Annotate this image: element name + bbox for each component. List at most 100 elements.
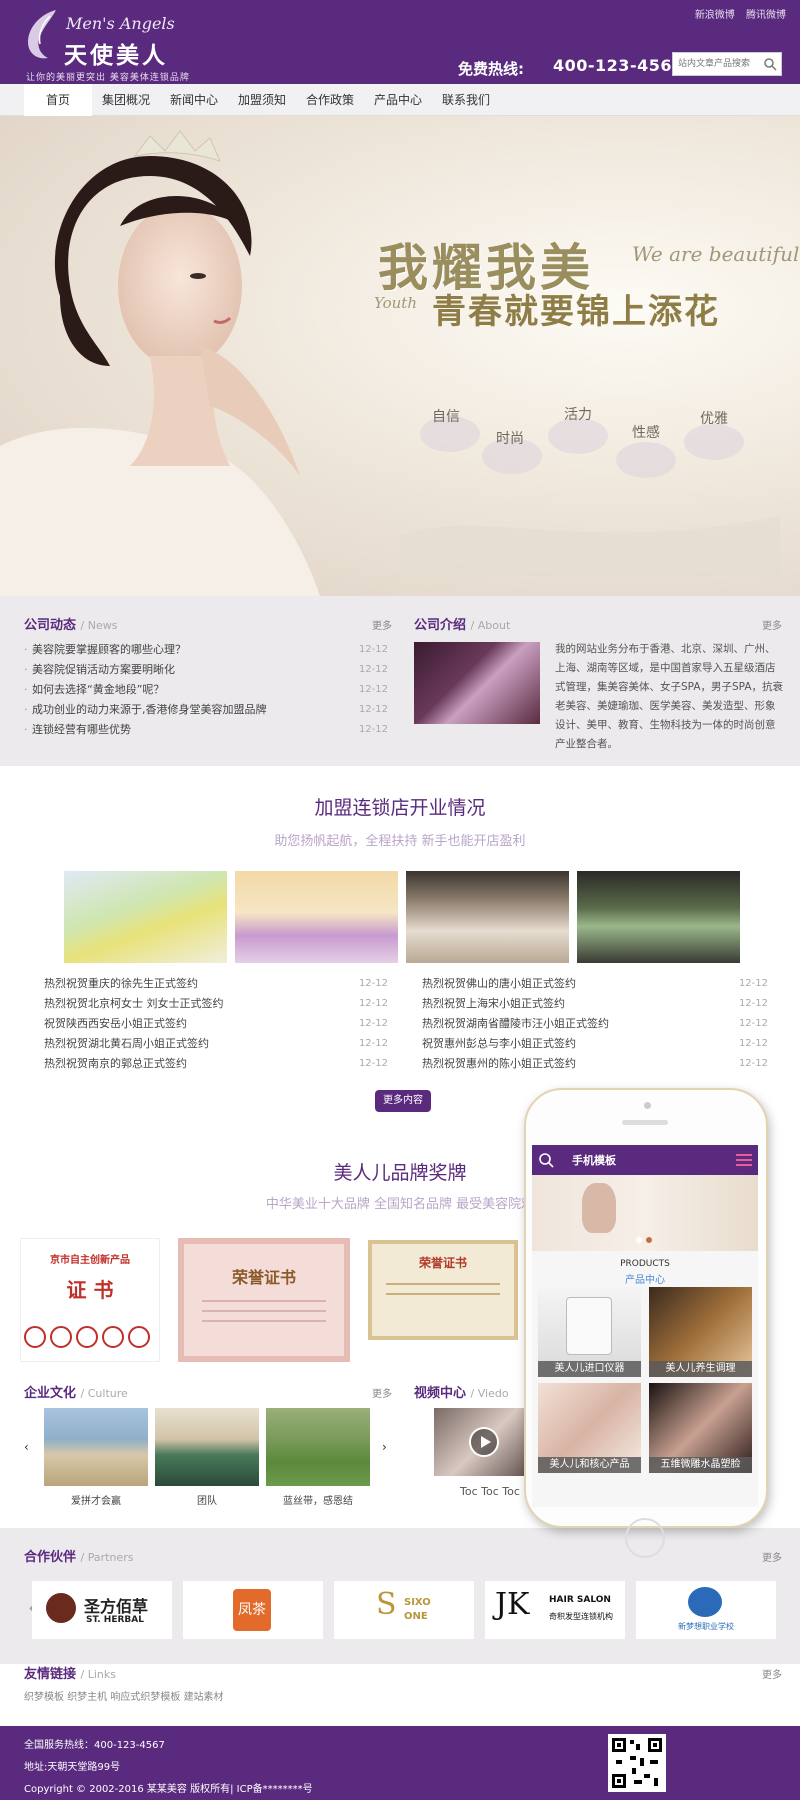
nav-item-group[interactable]: 集团概况 <box>92 84 160 116</box>
phone-screen: 手机模板 PRODUCTS 产品中心 美人儿进口仪器 美人儿养生调理 美人儿和核… <box>532 1145 758 1507</box>
logo-english[interactable]: Men's Angels <box>66 14 175 33</box>
about-more-link[interactable]: 更多 <box>762 617 782 632</box>
phone-products-en: PRODUCTS <box>620 1259 670 1269</box>
list-item[interactable]: 热烈祝贺湖南省醴陵市汪小姐正式签约 12-12 <box>422 1014 768 1034</box>
phone-banner[interactable] <box>532 1175 758 1251</box>
friend-link[interactable]: 响应式织梦模板 <box>110 1692 180 1703</box>
sixo-s-mark-icon: S <box>376 1587 397 1622</box>
cert3-title: 荣誉证书 <box>418 1256 467 1270</box>
partner-logo-jk-hair[interactable]: JK HAIR SALON 奇积发型连锁机构 <box>485 1581 625 1639</box>
culture-photo-1[interactable] <box>44 1408 148 1486</box>
certificate-3[interactable]: 荣誉证书 <box>368 1240 518 1340</box>
more-content-button[interactable]: 更多内容 <box>375 1090 431 1112</box>
list-item[interactable]: 祝贺惠州彭总与李小姐正式签约 12-12 <box>422 1034 768 1054</box>
partner-logo-fengcha[interactable]: 凤茶 <box>183 1581 323 1639</box>
phone-top-bar: 手机模板 <box>532 1145 758 1175</box>
list-item[interactable]: 祝贺陕西西安岳小姐正式签约 12-12 <box>44 1014 388 1034</box>
friend-link[interactable]: 建站素材 <box>184 1692 224 1703</box>
about-text: 我的网站业务分布于香港、北京、深圳、广州、上海、湖南等区域，是中国首家导入五星级… <box>555 643 784 750</box>
footer-address: 地址:天朝天堂路99号 <box>24 1762 121 1773</box>
site-footer: 全国服务热线：400-123-4567 地址:天朝天堂路99号 Copyrigh… <box>0 1726 800 1800</box>
list-item[interactable]: 热烈祝贺北京柯女士 刘女士正式签约 12-12 <box>44 994 388 1014</box>
xinmengxiang-mark-icon <box>688 1587 722 1617</box>
store-photo-2[interactable] <box>235 871 398 963</box>
news-more-link[interactable]: 更多 <box>372 617 392 632</box>
main-nav: 首页 集团概况 新闻中心 加盟须知 合作政策 产品中心 联系我们 <box>0 84 800 116</box>
hotline-label: 免费热线: <box>458 60 524 78</box>
hero-banner[interactable]: 我耀我美 We are beautiful Youth 青春就要锦上添花 自信 … <box>0 116 800 596</box>
keyword-confidence: 自信 <box>432 409 460 425</box>
cert1-heading: 证 书 <box>66 1278 114 1302</box>
nav-item-products[interactable]: 产品中心 <box>364 84 432 116</box>
store-photo-4[interactable] <box>577 871 740 963</box>
keyword-sexy: 性感 <box>632 425 660 441</box>
logo-slogan: 让你的美丽更突出 美容美体连锁品牌 <box>26 73 190 83</box>
friend-links: 织梦模板 织梦主机 响应式织梦模板 建站素材 <box>24 1688 224 1703</box>
site-header: Men's Angels 天使美人 让你的美丽更突出 美容美体连锁品牌 新浪微博… <box>0 0 800 84</box>
list-item[interactable]: 美容院要掌握顾客的哪些心理？12-12 <box>24 640 388 660</box>
phone-product-tile[interactable]: 美人儿进口仪器 <box>538 1287 641 1377</box>
links-more-link[interactable]: 更多 <box>762 1666 782 1681</box>
tencent-weibo-link[interactable]: 腾讯微博 <box>746 10 786 21</box>
certificate-2[interactable]: 荣誉证书 <box>178 1238 350 1362</box>
partners-section-title: 合作伙伴 / Partners <box>24 1550 134 1565</box>
play-icon[interactable] <box>468 1426 500 1458</box>
partner-logo-sixo[interactable]: S SIXO ONE <box>334 1581 474 1639</box>
weibo-link[interactable]: 新浪微博 <box>695 10 735 21</box>
phone-search-icon[interactable] <box>538 1152 554 1168</box>
video-thumbnail[interactable] <box>434 1408 534 1476</box>
list-item[interactable]: 热烈祝贺惠州的陈小姐正式签约 12-12 <box>422 1054 768 1074</box>
list-item[interactable]: 热烈祝贺上海宋小姐正式签约 12-12 <box>422 994 768 1014</box>
search-icon[interactable] <box>763 57 777 71</box>
hotline-number: 400-123-4567 <box>553 56 684 75</box>
nav-item-contact[interactable]: 联系我们 <box>432 84 500 116</box>
banner-subline: 青春就要锦上添花 <box>432 292 720 332</box>
friend-link[interactable]: 织梦模板 <box>24 1692 64 1703</box>
store-photo-1[interactable] <box>64 871 227 963</box>
partner-logo-st-herbal[interactable]: 圣方佰草 ST. HERBAL <box>32 1581 172 1639</box>
phone-product-tile[interactable]: 美人儿和核心产品 <box>538 1383 641 1473</box>
search-box <box>672 52 782 76</box>
phone-speaker-icon <box>622 1120 668 1125</box>
list-item[interactable]: 美容院促销活动方案要明晰化12-12 <box>24 660 388 680</box>
list-item[interactable]: 热烈祝贺重庆的徐先生正式签约 12-12 <box>44 974 388 994</box>
culture-more-link[interactable]: 更多 <box>372 1385 392 1400</box>
phone-title: 手机模板 <box>572 1154 616 1167</box>
partners-more-link[interactable]: 更多 <box>762 1549 782 1564</box>
social-links: 新浪微博 腾讯微博 <box>687 6 786 21</box>
logo-swirl-icon <box>28 10 56 59</box>
nav-item-join[interactable]: 加盟须知 <box>228 84 296 116</box>
list-item[interactable]: 热烈祝贺南京的郭总正式签约 12-12 <box>44 1054 388 1074</box>
partner-logo-xinmengxiang[interactable]: 新梦想职业学校 <box>636 1581 776 1639</box>
nav-item-policy[interactable]: 合作政策 <box>296 84 364 116</box>
carousel-dot[interactable] <box>636 1237 642 1243</box>
cert1-title: 京市自主创新产品 <box>50 1255 130 1266</box>
certificate-1[interactable]: 京市自主创新产品 证 书 <box>20 1238 160 1362</box>
phone-banner-model <box>582 1183 616 1233</box>
keyword-vitality: 活力 <box>564 407 592 423</box>
footer-hotline: 全国服务热线：400-123-4567 <box>24 1740 165 1751</box>
store-photo-3[interactable] <box>406 871 569 963</box>
footer-copyright: Copyright © 2002-2016 某某美容 版权所有| ICP备***… <box>24 1784 313 1795</box>
culture-photo-3[interactable] <box>266 1408 370 1486</box>
phone-menu-icon[interactable] <box>736 1153 752 1167</box>
list-item[interactable]: 连锁经营有哪些优势12-12 <box>24 720 388 740</box>
list-item[interactable]: 热烈祝贺佛山的唐小姐正式签约 12-12 <box>422 974 768 994</box>
list-item[interactable]: 如何去选择“黄金地段”呢？12-12 <box>24 680 388 700</box>
culture-caption-3: 蓝丝带，感恩结 <box>283 1496 353 1507</box>
about-spa-photo[interactable] <box>414 642 540 724</box>
nav-item-news[interactable]: 新闻中心 <box>160 84 228 116</box>
carousel-dot-active[interactable] <box>646 1237 652 1243</box>
friend-link[interactable]: 织梦主机 <box>67 1692 107 1703</box>
culture-next-arrow-icon[interactable]: › <box>382 1440 387 1454</box>
phone-product-tile[interactable]: 五维微雕水晶塑脸 <box>649 1383 752 1473</box>
culture-prev-arrow-icon[interactable]: ‹ <box>24 1440 29 1454</box>
list-item[interactable]: 热烈祝贺湖北黄石周小姐正式签约 12-12 <box>44 1034 388 1054</box>
search-input[interactable] <box>673 53 759 75</box>
culture-photo-2[interactable] <box>155 1408 259 1486</box>
phone-product-tile[interactable]: 美人儿养生调理 <box>649 1287 752 1377</box>
logo-chinese[interactable]: 天使美人 <box>64 36 168 70</box>
list-item[interactable]: 成功创业的动力来源于,香港修身堂美容加盟品牌12-12 <box>24 700 388 720</box>
cert1-seals-icon <box>24 1326 150 1348</box>
nav-item-home[interactable]: 首页 <box>24 84 92 116</box>
